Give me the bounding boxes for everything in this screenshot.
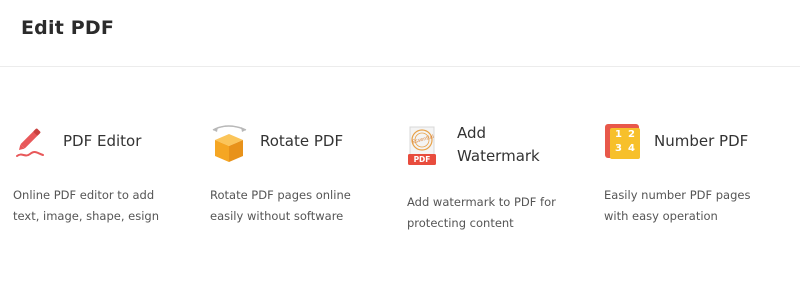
tool-desc-rotate-pdf: Rotate PDF pages online easily without s… bbox=[210, 185, 351, 227]
tool-title-add-watermark: Add Watermark bbox=[457, 122, 540, 168]
tool-desc-line: text, image, shape, esign bbox=[13, 209, 160, 223]
tool-title-line: Number PDF bbox=[654, 132, 749, 150]
tool-desc-pdf-editor: Online PDF editor to add text, image, sh… bbox=[13, 185, 159, 227]
tool-title-line: PDF Editor bbox=[63, 132, 142, 150]
watermark-stamp-icon: Essential PDF bbox=[407, 126, 439, 166]
tool-title-line: Add bbox=[457, 124, 487, 142]
number-digit: 2 bbox=[628, 129, 635, 140]
page-header: Edit PDF bbox=[0, 0, 800, 67]
tool-title-line: Rotate PDF bbox=[260, 132, 344, 150]
number-digit: 3 bbox=[615, 143, 622, 154]
rotate-cube-icon bbox=[210, 122, 250, 162]
tool-title-number-pdf: Number PDF bbox=[654, 130, 748, 153]
tool-desc-line: Rotate PDF pages online bbox=[210, 188, 351, 202]
tool-desc-line: Easily number PDF pages bbox=[604, 188, 751, 202]
tool-desc-number-pdf: Easily number PDF pages with easy operat… bbox=[604, 185, 750, 227]
tool-title-pdf-editor: PDF Editor bbox=[63, 130, 141, 153]
tool-desc-add-watermark: Add watermark to PDF for protecting cont… bbox=[407, 192, 556, 234]
number-digit: 1 bbox=[615, 129, 622, 140]
watermark-badge-text: PDF bbox=[413, 155, 431, 164]
tool-desc-line: Online PDF editor to add bbox=[13, 188, 155, 202]
tool-desc-line: protecting content bbox=[407, 216, 514, 230]
tool-title-line: Watermark bbox=[457, 147, 540, 165]
number-digit: 4 bbox=[628, 143, 635, 154]
tool-title-rotate-pdf: Rotate PDF bbox=[260, 130, 343, 153]
tool-desc-line: easily without software bbox=[210, 209, 344, 223]
page-title: Edit PDF bbox=[21, 17, 115, 39]
tool-desc-line: Add watermark to PDF for bbox=[407, 195, 556, 209]
tool-desc-line: with easy operation bbox=[604, 209, 718, 223]
pen-icon bbox=[13, 122, 53, 162]
number-grid-icon: 1 2 3 4 bbox=[604, 123, 640, 159]
